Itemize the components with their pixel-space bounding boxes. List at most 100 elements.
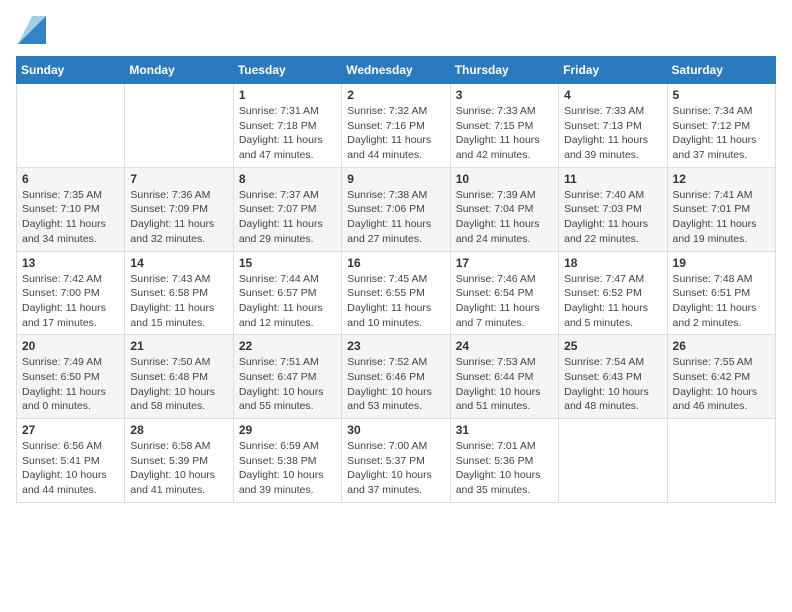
day-info: Sunrise: 7:54 AM Sunset: 6:43 PM Dayligh…: [564, 355, 661, 414]
calendar-cell: 20 Sunrise: 7:49 AM Sunset: 6:50 PM Dayli…: [17, 335, 125, 419]
day-number: 27: [22, 423, 119, 437]
calendar-cell: 17 Sunrise: 7:46 AM Sunset: 6:54 PM Dayli…: [450, 251, 558, 335]
calendar-cell: 27 Sunrise: 6:56 AM Sunset: 5:41 PM Dayli…: [17, 419, 125, 503]
day-info: Sunrise: 7:49 AM Sunset: 6:50 PM Dayligh…: [22, 355, 119, 414]
calendar-cell: 7 Sunrise: 7:36 AM Sunset: 7:09 PM Daylig…: [125, 167, 233, 251]
logo: [16, 16, 46, 44]
calendar-cell: 26 Sunrise: 7:55 AM Sunset: 6:42 PM Dayli…: [667, 335, 775, 419]
calendar-week-2: 6 Sunrise: 7:35 AM Sunset: 7:10 PM Daylig…: [17, 167, 776, 251]
calendar-cell: 3 Sunrise: 7:33 AM Sunset: 7:15 PM Daylig…: [450, 84, 558, 168]
calendar-header-thursday: Thursday: [450, 57, 558, 84]
calendar-cell: 30 Sunrise: 7:00 AM Sunset: 5:37 PM Dayli…: [342, 419, 450, 503]
day-info: Sunrise: 7:44 AM Sunset: 6:57 PM Dayligh…: [239, 272, 336, 331]
day-info: Sunrise: 7:45 AM Sunset: 6:55 PM Dayligh…: [347, 272, 444, 331]
calendar-cell: 8 Sunrise: 7:37 AM Sunset: 7:07 PM Daylig…: [233, 167, 341, 251]
day-number: 4: [564, 88, 661, 102]
calendar-cell: 12Sunrise: 7:41 AM Sunset: 7:01 PM Dayli…: [667, 167, 775, 251]
calendar-cell: 15 Sunrise: 7:44 AM Sunset: 6:57 PM Dayli…: [233, 251, 341, 335]
calendar-week-4: 20 Sunrise: 7:49 AM Sunset: 6:50 PM Dayli…: [17, 335, 776, 419]
day-info: Sunrise: 7:42 AM Sunset: 7:00 PM Dayligh…: [22, 272, 119, 331]
day-info: Sunrise: 7:41 AM Sunset: 7:01 PM Dayligh…: [673, 188, 770, 247]
day-number: 8: [239, 172, 336, 186]
day-info: Sunrise: 7:53 AM Sunset: 6:44 PM Dayligh…: [456, 355, 553, 414]
day-number: 11: [564, 172, 661, 186]
day-info: Sunrise: 7:32 AM Sunset: 7:16 PM Dayligh…: [347, 104, 444, 163]
calendar-cell: 29Sunrise: 6:59 AM Sunset: 5:38 PM Dayli…: [233, 419, 341, 503]
day-number: 16: [347, 256, 444, 270]
calendar-cell: [125, 84, 233, 168]
calendar-header-sunday: Sunday: [17, 57, 125, 84]
calendar-cell: 18Sunrise: 7:47 AM Sunset: 6:52 PM Dayli…: [559, 251, 667, 335]
day-info: Sunrise: 7:34 AM Sunset: 7:12 PM Dayligh…: [673, 104, 770, 163]
calendar-week-3: 13 Sunrise: 7:42 AM Sunset: 7:00 PM Dayli…: [17, 251, 776, 335]
day-number: 1: [239, 88, 336, 102]
day-info: Sunrise: 7:51 AM Sunset: 6:47 PM Dayligh…: [239, 355, 336, 414]
day-info: Sunrise: 7:43 AM Sunset: 6:58 PM Dayligh…: [130, 272, 227, 331]
calendar-cell: 22 Sunrise: 7:51 AM Sunset: 6:47 PM Dayli…: [233, 335, 341, 419]
calendar-header-friday: Friday: [559, 57, 667, 84]
day-info: Sunrise: 7:33 AM Sunset: 7:15 PM Dayligh…: [456, 104, 553, 163]
day-number: 10: [456, 172, 553, 186]
day-info: Sunrise: 7:36 AM Sunset: 7:09 PM Dayligh…: [130, 188, 227, 247]
calendar-header-row: SundayMondayTuesdayWednesdayThursdayFrid…: [17, 57, 776, 84]
calendar-cell: 16 Sunrise: 7:45 AM Sunset: 6:55 PM Dayli…: [342, 251, 450, 335]
day-info: Sunrise: 6:56 AM Sunset: 5:41 PM Dayligh…: [22, 439, 119, 498]
calendar-cell: 9 Sunrise: 7:38 AM Sunset: 7:06 PM Daylig…: [342, 167, 450, 251]
page-header: [16, 16, 776, 44]
day-info: Sunrise: 7:50 AM Sunset: 6:48 PM Dayligh…: [130, 355, 227, 414]
day-number: 20: [22, 339, 119, 353]
day-info: Sunrise: 7:37 AM Sunset: 7:07 PM Dayligh…: [239, 188, 336, 247]
day-number: 15: [239, 256, 336, 270]
calendar-cell: 13 Sunrise: 7:42 AM Sunset: 7:00 PM Dayli…: [17, 251, 125, 335]
day-number: 3: [456, 88, 553, 102]
day-number: 22: [239, 339, 336, 353]
day-info: Sunrise: 7:52 AM Sunset: 6:46 PM Dayligh…: [347, 355, 444, 414]
day-info: Sunrise: 7:48 AM Sunset: 6:51 PM Dayligh…: [673, 272, 770, 331]
calendar-cell: [559, 419, 667, 503]
day-info: Sunrise: 7:39 AM Sunset: 7:04 PM Dayligh…: [456, 188, 553, 247]
calendar-cell: 14 Sunrise: 7:43 AM Sunset: 6:58 PM Dayli…: [125, 251, 233, 335]
day-number: 14: [130, 256, 227, 270]
calendar-header-tuesday: Tuesday: [233, 57, 341, 84]
day-info: Sunrise: 7:00 AM Sunset: 5:37 PM Dayligh…: [347, 439, 444, 498]
day-number: 28: [130, 423, 227, 437]
day-number: 26: [673, 339, 770, 353]
calendar-header-monday: Monday: [125, 57, 233, 84]
calendar-cell: 10 Sunrise: 7:39 AM Sunset: 7:04 PM Dayli…: [450, 167, 558, 251]
day-info: Sunrise: 7:38 AM Sunset: 7:06 PM Dayligh…: [347, 188, 444, 247]
calendar-cell: [667, 419, 775, 503]
day-number: 9: [347, 172, 444, 186]
calendar-cell: 5 Sunrise: 7:34 AM Sunset: 7:12 PM Daylig…: [667, 84, 775, 168]
day-number: 30: [347, 423, 444, 437]
day-number: 17: [456, 256, 553, 270]
calendar-cell: 25 Sunrise: 7:54 AM Sunset: 6:43 PM Dayli…: [559, 335, 667, 419]
calendar-cell: 21 Sunrise: 7:50 AM Sunset: 6:48 PM Dayli…: [125, 335, 233, 419]
calendar-cell: 24Sunrise: 7:53 AM Sunset: 6:44 PM Dayli…: [450, 335, 558, 419]
day-info: Sunrise: 7:35 AM Sunset: 7:10 PM Dayligh…: [22, 188, 119, 247]
day-number: 13: [22, 256, 119, 270]
day-info: Sunrise: 7:40 AM Sunset: 7:03 PM Dayligh…: [564, 188, 661, 247]
day-info: Sunrise: 7:01 AM Sunset: 5:36 PM Dayligh…: [456, 439, 553, 498]
calendar-cell: 2 Sunrise: 7:32 AM Sunset: 7:16 PM Daylig…: [342, 84, 450, 168]
day-number: 5: [673, 88, 770, 102]
calendar-week-1: 1Sunrise: 7:31 AM Sunset: 7:18 PM Daylig…: [17, 84, 776, 168]
day-number: 2: [347, 88, 444, 102]
day-info: Sunrise: 6:58 AM Sunset: 5:39 PM Dayligh…: [130, 439, 227, 498]
day-number: 6: [22, 172, 119, 186]
calendar-week-5: 27 Sunrise: 6:56 AM Sunset: 5:41 PM Dayli…: [17, 419, 776, 503]
day-number: 21: [130, 339, 227, 353]
day-number: 25: [564, 339, 661, 353]
calendar-cell: 31Sunrise: 7:01 AM Sunset: 5:36 PM Dayli…: [450, 419, 558, 503]
calendar-cell: 6 Sunrise: 7:35 AM Sunset: 7:10 PM Daylig…: [17, 167, 125, 251]
calendar-cell: [17, 84, 125, 168]
day-info: Sunrise: 7:46 AM Sunset: 6:54 PM Dayligh…: [456, 272, 553, 331]
calendar-table: SundayMondayTuesdayWednesdayThursdayFrid…: [16, 56, 776, 503]
day-number: 7: [130, 172, 227, 186]
calendar-cell: 28 Sunrise: 6:58 AM Sunset: 5:39 PM Dayli…: [125, 419, 233, 503]
calendar-cell: 19 Sunrise: 7:48 AM Sunset: 6:51 PM Dayli…: [667, 251, 775, 335]
calendar-cell: 4Sunrise: 7:33 AM Sunset: 7:13 PM Daylig…: [559, 84, 667, 168]
day-info: Sunrise: 7:55 AM Sunset: 6:42 PM Dayligh…: [673, 355, 770, 414]
calendar-cell: 23Sunrise: 7:52 AM Sunset: 6:46 PM Dayli…: [342, 335, 450, 419]
day-number: 19: [673, 256, 770, 270]
calendar-header-wednesday: Wednesday: [342, 57, 450, 84]
